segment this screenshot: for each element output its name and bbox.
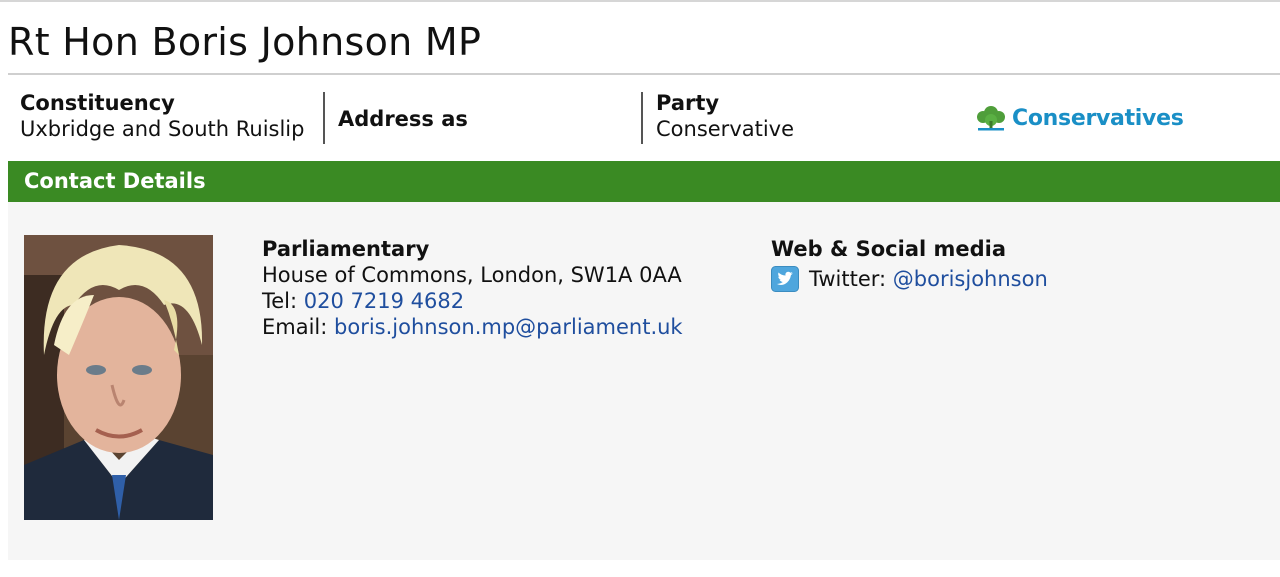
address-as-info: Address as: [338, 106, 468, 132]
party-value: Conservative: [656, 117, 795, 141]
party-logo-text: Conservatives: [1012, 105, 1184, 131]
social-media-heading: Web & Social media: [771, 237, 1007, 261]
parliamentary-contact: Parliamentary House of Commons, London, …: [262, 236, 683, 340]
parliamentary-address: House of Commons, London, SW1A 0AA: [262, 263, 682, 287]
twitter-line: Twitter: @borisjohnson: [771, 266, 1048, 292]
contact-details-title: Contact Details: [24, 169, 206, 193]
social-media-contact: Web & Social media Twitter: @borisjohnso…: [771, 236, 1048, 292]
member-portrait: [24, 235, 213, 520]
constituency-value: Uxbridge and South Ruislip: [20, 117, 305, 141]
parliamentary-heading: Parliamentary: [262, 237, 430, 261]
tel-label: Tel:: [262, 289, 298, 313]
info-divider: [641, 92, 643, 144]
twitter-icon[interactable]: [771, 266, 799, 292]
email-label: Email:: [262, 315, 328, 339]
party-info: Party Conservative: [656, 90, 794, 142]
top-rule: [0, 0, 1280, 2]
tel-line: Tel: 020 7219 4682: [262, 288, 683, 314]
email-link[interactable]: boris.johnson.mp@parliament.uk: [334, 315, 683, 339]
constituency-label: Constituency: [20, 91, 175, 115]
party-label: Party: [656, 91, 720, 115]
constituency-info: Constituency Uxbridge and South Ruislip: [20, 90, 304, 142]
member-info-row: Constituency Uxbridge and South Ruislip …: [0, 90, 1280, 146]
contact-details-panel: Parliamentary House of Commons, London, …: [8, 202, 1280, 560]
conservative-tree-icon: [977, 106, 1005, 131]
email-line: Email: boris.johnson.mp@parliament.uk: [262, 314, 683, 340]
twitter-label: Twitter:: [809, 267, 887, 291]
party-logo[interactable]: Conservatives: [974, 104, 1184, 132]
title-divider: [8, 73, 1280, 75]
contact-details-header: Contact Details: [8, 161, 1280, 202]
address-as-label: Address as: [338, 107, 468, 131]
tel-link[interactable]: 020 7219 4682: [304, 289, 464, 313]
page-title: Rt Hon Boris Johnson MP: [8, 20, 482, 64]
info-divider: [323, 92, 325, 144]
twitter-link[interactable]: @borisjohnson: [893, 266, 1048, 292]
